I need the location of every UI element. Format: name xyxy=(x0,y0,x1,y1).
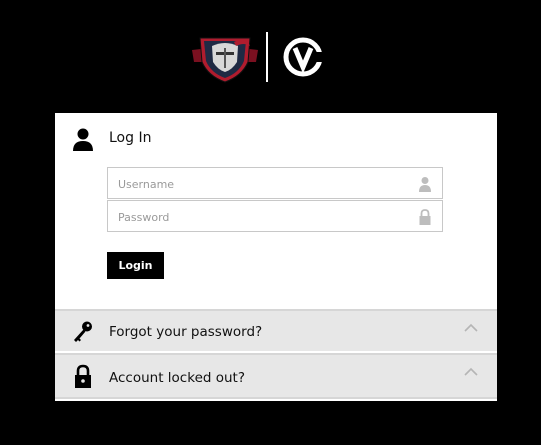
forgot-password-label[interactable]: Forgot your password? xyxy=(109,324,262,340)
user-icon xyxy=(73,128,93,151)
chevron-up-icon[interactable] xyxy=(463,367,479,377)
password-input[interactable] xyxy=(116,201,410,233)
account-locked-accordion[interactable]: Account locked out? xyxy=(55,353,497,399)
login-section: Log In Login xyxy=(55,113,497,309)
password-field[interactable] xyxy=(107,200,443,233)
login-button[interactable]: Login xyxy=(107,252,164,279)
knight-crest-logo xyxy=(192,37,258,83)
lock-icon xyxy=(419,209,431,225)
account-locked-label[interactable]: Account locked out? xyxy=(109,370,245,386)
user-icon xyxy=(419,177,431,192)
logo-bar xyxy=(0,28,541,86)
username-input[interactable] xyxy=(116,168,410,200)
cv-logo xyxy=(283,37,324,77)
forgot-password-accordion[interactable]: Forgot your password? xyxy=(55,309,497,351)
logo-divider xyxy=(266,32,268,82)
chevron-up-icon[interactable] xyxy=(463,323,479,333)
login-title: Log In xyxy=(109,130,152,146)
key-icon xyxy=(74,321,92,342)
lock-icon xyxy=(75,364,91,388)
username-field[interactable] xyxy=(107,167,443,200)
login-panel: Log In Login Forgot your password? xyxy=(55,113,497,401)
